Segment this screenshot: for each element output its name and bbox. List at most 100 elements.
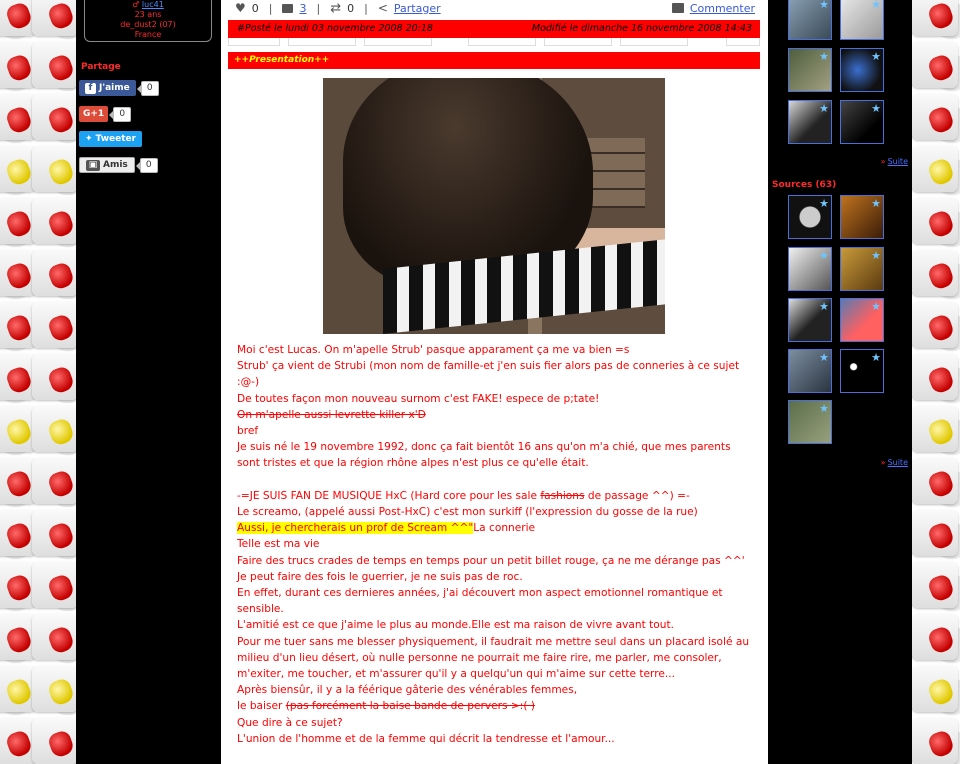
star-icon: ★ xyxy=(871,249,881,262)
gummy-bear-tile xyxy=(912,0,958,36)
gummy-bear-tile xyxy=(0,406,36,452)
post-photo[interactable] xyxy=(323,78,665,334)
friend-thumbnail[interactable]: ★ xyxy=(788,48,832,92)
gummy-bear-tile xyxy=(912,94,958,140)
separator: | xyxy=(316,1,321,15)
gummy-bear-tile xyxy=(0,250,36,296)
comments-count-link[interactable]: 3 xyxy=(299,2,306,15)
body-line: Je peut faire des fois le guerrier, je n… xyxy=(237,570,523,583)
tweet-label: Tweeter xyxy=(95,134,137,144)
friend-thumbnail[interactable]: ★ xyxy=(840,48,884,92)
gender-icon: ♂ xyxy=(132,0,140,9)
friend-thumbnail[interactable]: ★ xyxy=(840,100,884,144)
struck-phrase: (pas forcément la baise bande de pervers… xyxy=(285,700,535,713)
source-thumbnail[interactable]: ★ xyxy=(788,298,832,342)
body-line: Aussi, je chercherais un prof de Scream … xyxy=(237,522,536,535)
gummy-bear-tile xyxy=(912,510,958,556)
repost-action[interactable]: ⇄ 0 xyxy=(330,1,354,16)
comment-link[interactable]: Commenter xyxy=(690,2,755,15)
body-line: le baiser (pas forcément la baise bande … xyxy=(237,700,535,713)
source-thumbnail[interactable]: ★ xyxy=(840,247,884,291)
gummy-bear-tile xyxy=(912,146,958,192)
source-thumbnail[interactable]: ★ xyxy=(788,195,832,239)
more-friends-link[interactable]: » Suite xyxy=(881,157,908,166)
friend-thumbnail[interactable]: ★ xyxy=(840,0,884,40)
gummy-bear-tile xyxy=(912,718,958,764)
star-icon: ★ xyxy=(871,102,881,115)
source-thumbnail[interactable]: ★ xyxy=(788,349,832,393)
arrow-icon: » xyxy=(880,157,886,166)
body-line: Que dire à ce sujet? xyxy=(237,716,343,729)
gummy-bear-tile xyxy=(912,250,958,296)
highlighted-text: Aussi, je chercherais un prof de Scream … xyxy=(237,522,474,535)
gummy-bear-tile xyxy=(0,354,36,400)
friends-share-row: ▣ Amis 0 xyxy=(79,157,158,173)
star-icon: ★ xyxy=(871,197,881,210)
gummy-bear-tile xyxy=(912,666,958,712)
body-line: Faire des trucs crades de temps en temps… xyxy=(237,554,745,567)
gummy-bear-tile xyxy=(32,458,78,504)
gummy-bear-tile xyxy=(912,354,958,400)
google-plus-icon: G+1 xyxy=(83,108,105,119)
body-line: Le screamo, (appelé aussi Post-HxC) c'es… xyxy=(237,506,698,519)
share-icon: < xyxy=(377,1,388,15)
add-comment-icon xyxy=(671,3,684,13)
share-action[interactable]: < Partager xyxy=(378,1,441,15)
body-line: De toutes façon mon nouveau surnom c'est… xyxy=(237,392,600,405)
friends-button[interactable]: ▣ Amis xyxy=(79,157,135,173)
friend-thumbnail[interactable]: ★ xyxy=(788,0,832,40)
star-icon: ★ xyxy=(871,0,881,11)
like-action[interactable]: ♥ 0 xyxy=(235,1,259,15)
body-line: Telle est ma vie xyxy=(237,538,320,551)
gummy-bear-tile xyxy=(32,0,78,36)
profile-card: ♂ luc41 23 ans de_dust2 (07) France xyxy=(84,0,212,42)
gummy-bear-tile xyxy=(32,406,78,452)
source-thumbnail[interactable]: ★ xyxy=(840,298,884,342)
twitter-bird-icon: ✦ xyxy=(85,133,93,144)
gummy-bear-tile xyxy=(912,614,958,660)
google-plus-button[interactable]: G+1 xyxy=(79,106,109,122)
friend-thumbnail[interactable]: ★ xyxy=(788,100,832,144)
gummy-bear-tile xyxy=(32,302,78,348)
gummy-bear-tile xyxy=(32,94,78,140)
gummy-bear-tile xyxy=(0,614,36,660)
body-line: Après biensûr, il y a la féérique gâteri… xyxy=(237,684,578,697)
posted-date: #Posté le lundi 03 novembre 2008 20:18 xyxy=(237,23,433,34)
gummy-bear-tile xyxy=(0,562,36,608)
google-share-row: G+1 0 xyxy=(79,106,132,122)
share-title: Partage xyxy=(81,62,121,72)
source-thumbnail[interactable]: ★ xyxy=(788,247,832,291)
more-sources-link[interactable]: » Suite xyxy=(881,458,908,467)
gummy-bear-tile xyxy=(0,510,36,556)
profile-username[interactable]: luc41 xyxy=(142,0,164,9)
sources-title: Sources (63) xyxy=(772,180,837,190)
source-thumbnail[interactable]: ★ xyxy=(840,349,884,393)
comment-action[interactable]: Commenter xyxy=(671,2,755,15)
separator: | xyxy=(364,1,368,15)
source-thumbnail[interactable]: ★ xyxy=(840,195,884,239)
comments-action[interactable]: 3 xyxy=(282,2,306,15)
friends-label: Amis xyxy=(103,160,128,170)
star-icon: ★ xyxy=(871,351,881,364)
gummy-bear-tile xyxy=(912,406,958,452)
body-line: L'union de l'homme et de la femme qui dé… xyxy=(237,732,615,745)
body-line: Moi c'est Lucas. On m'apelle Strub' pasq… xyxy=(237,344,630,356)
body-line: -=JE SUIS FAN DE MUSIQUE HxC (Hard core … xyxy=(237,489,690,502)
repost-count: 0 xyxy=(347,1,355,15)
tweet-button[interactable]: ✦ Tweeter xyxy=(79,131,143,147)
body-line: bref xyxy=(237,425,259,438)
share-link[interactable]: Partager xyxy=(394,2,441,15)
right-sidebar: ★ ★ ★ ★ ★ ★ » Suite Sources (63) ★ ★ ★ ★ … xyxy=(768,0,912,764)
gummy-bear-tile xyxy=(32,510,78,556)
heart-icon: ♥ xyxy=(235,1,246,15)
gummy-bear-tile xyxy=(0,198,36,244)
gummy-bear-tile xyxy=(0,718,36,764)
facebook-icon: f xyxy=(85,82,96,94)
gummy-bear-tile xyxy=(0,458,36,504)
source-thumbnail[interactable]: ★ xyxy=(788,400,832,444)
star-icon: ★ xyxy=(819,249,829,262)
facebook-like-button[interactable]: f J'aime xyxy=(79,80,136,96)
modified-date: Modifié le dimanche 16 novembre 2008 14:… xyxy=(531,23,752,34)
gummy-bear-tile xyxy=(32,250,78,296)
separator: | xyxy=(268,1,273,15)
